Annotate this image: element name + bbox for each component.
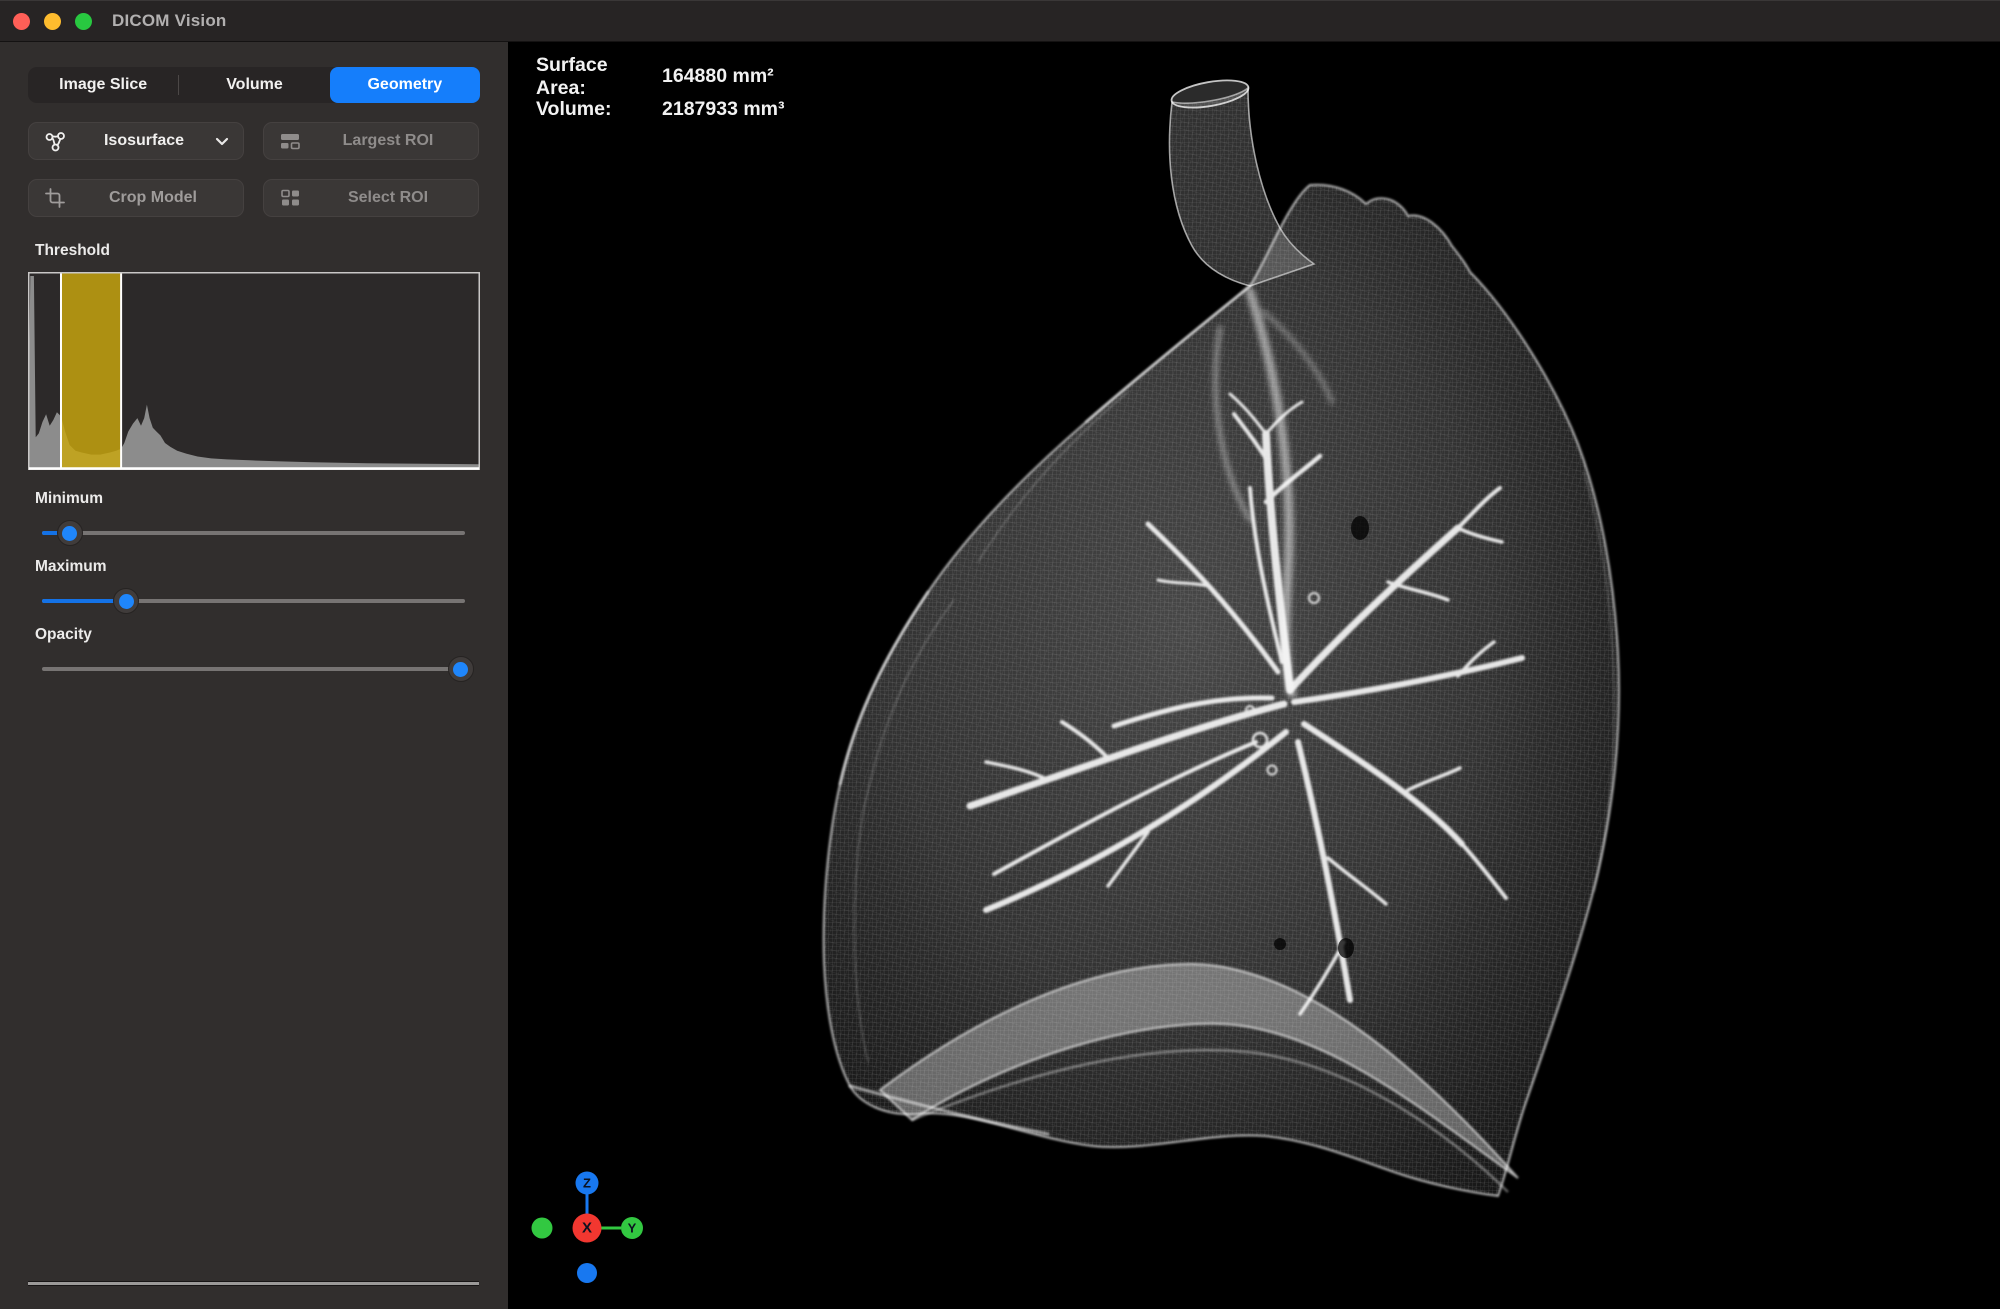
window-title: DICOM Vision	[112, 0, 227, 42]
volume-value: 2187933 mm³	[662, 98, 785, 121]
crop-icon	[43, 187, 67, 209]
largest-roi-button[interactable]: Largest ROI	[263, 122, 479, 160]
opacity-label: Opacity	[35, 626, 92, 644]
svg-text:Z: Z	[583, 1176, 591, 1191]
minimum-slider-track[interactable]	[42, 531, 465, 535]
sidebar-horizontal-scrollbar[interactable]	[28, 1282, 479, 1285]
roi-grid-icon	[278, 188, 302, 208]
maximum-slider[interactable]	[42, 588, 465, 614]
sidebar: Image Slice Volume Geometry Isosurface	[0, 42, 508, 1309]
tab-volume[interactable]: Volume	[179, 67, 329, 103]
isosurface-icon	[43, 130, 67, 153]
model-stats: Surface Area: 164880 mm² Volume: 2187933…	[536, 60, 785, 126]
x-axis-node[interactable]: X	[573, 1214, 602, 1243]
threshold-selection-band[interactable]	[61, 274, 121, 469]
minimum-slider-thumb[interactable]	[57, 520, 83, 546]
tab-image-slice[interactable]: Image Slice	[28, 67, 178, 103]
minimum-label: Minimum	[35, 490, 103, 508]
lung-mesh-model[interactable]	[508, 42, 2000, 1309]
orientation-axes-widget[interactable]: Z Y X	[517, 1148, 667, 1298]
y-axis-node[interactable]: Y	[621, 1217, 643, 1239]
roi-rows-icon	[278, 131, 302, 151]
close-button[interactable]	[13, 13, 30, 30]
window-titlebar[interactable]: DICOM Vision	[0, 0, 2000, 42]
y-negative-axis-node[interactable]	[532, 1218, 553, 1239]
surface-area-label: Surface Area:	[536, 54, 662, 100]
threshold-label: Threshold	[35, 242, 110, 260]
opacity-slider-thumb[interactable]	[448, 656, 474, 682]
volume-label: Volume:	[536, 98, 662, 121]
tab-geometry[interactable]: Geometry	[330, 67, 480, 103]
z-axis-node[interactable]: Z	[576, 1172, 599, 1195]
surface-area-value: 164880 mm²	[662, 65, 774, 88]
z-negative-axis-node[interactable]	[577, 1263, 597, 1283]
volume-row: Volume: 2187933 mm³	[536, 93, 785, 126]
isosurface-label: Isosurface	[77, 132, 211, 150]
surface-area-row: Surface Area: 164880 mm²	[536, 60, 785, 93]
traffic-lights	[13, 13, 92, 30]
view-mode-tabs: Image Slice Volume Geometry	[28, 67, 480, 103]
select-roi-label: Select ROI	[312, 189, 464, 207]
crop-model-label: Crop Model	[77, 189, 229, 207]
crop-model-button[interactable]: Crop Model	[28, 179, 244, 217]
svg-text:Y: Y	[628, 1221, 637, 1236]
chevron-down-icon	[215, 137, 229, 146]
maximum-slider-thumb[interactable]	[113, 588, 139, 614]
minimize-button[interactable]	[44, 13, 61, 30]
render-viewport[interactable]: Surface Area: 164880 mm² Volume: 2187933…	[508, 42, 2000, 1309]
maximum-label: Maximum	[35, 558, 107, 576]
minimum-slider[interactable]	[42, 520, 465, 546]
largest-roi-label: Largest ROI	[312, 132, 464, 150]
zoom-button[interactable]	[75, 13, 92, 30]
select-roi-button[interactable]: Select ROI	[263, 179, 479, 217]
opacity-slider-track[interactable]	[42, 667, 465, 671]
isosurface-dropdown[interactable]: Isosurface	[28, 122, 244, 160]
opacity-slider[interactable]	[42, 656, 465, 682]
threshold-histogram[interactable]	[28, 272, 480, 470]
svg-text:X: X	[582, 1220, 592, 1237]
app-window: DICOM Vision Image Slice Volume Geometry…	[0, 0, 2000, 1309]
